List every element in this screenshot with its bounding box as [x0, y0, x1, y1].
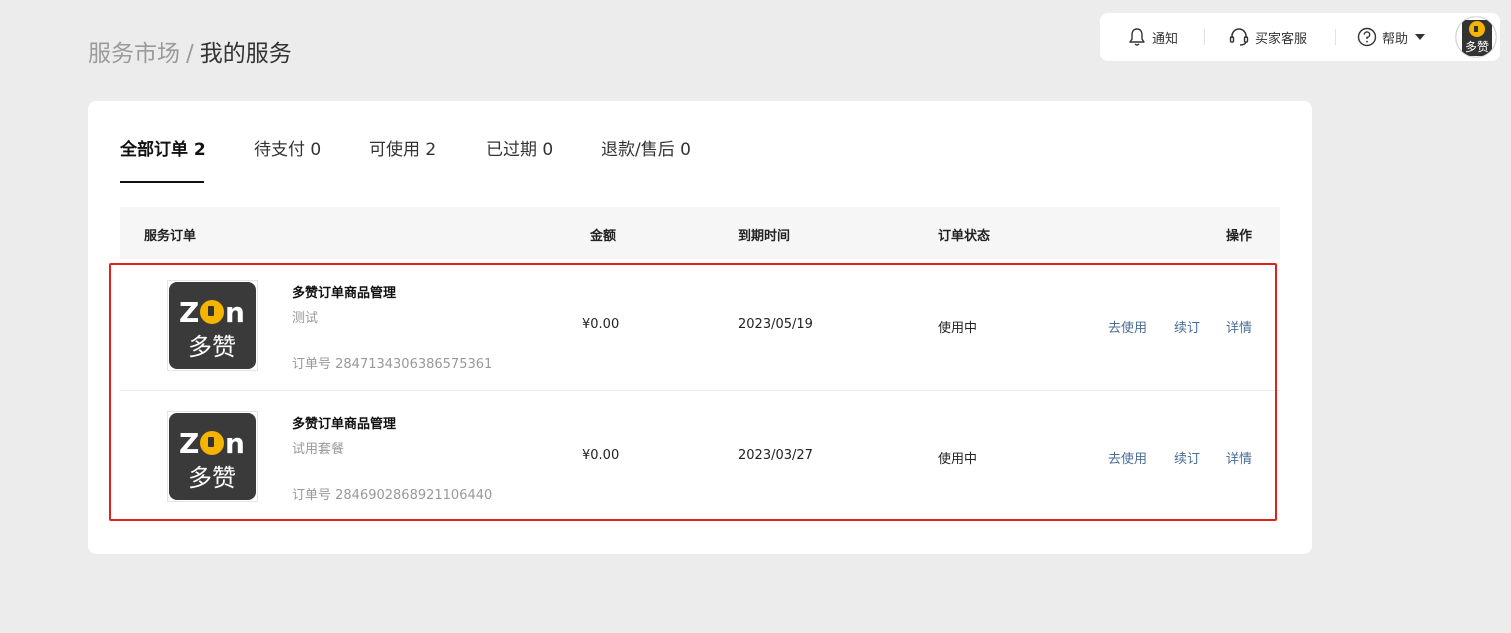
product-thumbnail: Z n 多赞	[167, 280, 258, 371]
tab-pending-payment[interactable]: 待支付 0	[254, 135, 321, 160]
buyer-service-button[interactable]: 买家客服	[1228, 27, 1307, 47]
svg-text:Z: Z	[179, 296, 199, 329]
headset-icon	[1228, 27, 1250, 47]
go-use-link[interactable]: 去使用	[1108, 317, 1147, 336]
header-actions: 操作	[1226, 229, 1253, 244]
product-name: 多赞订单商品管理	[292, 417, 397, 432]
product-description: 试用套餐	[292, 442, 345, 457]
notify-label: 通知	[1152, 31, 1179, 47]
details-link[interactable]: 详情	[1226, 448, 1252, 467]
header-expire: 到期时间	[738, 229, 791, 244]
tab-expired[interactable]: 已过期 0	[486, 135, 553, 160]
avatar-logo-text: 多赞	[1465, 40, 1489, 54]
order-amount: ¥0.00	[582, 448, 620, 463]
top-toolbar: 通知 买家客服 帮助 多赞	[1100, 13, 1500, 61]
go-use-link[interactable]: 去使用	[1108, 448, 1147, 467]
help-dropdown[interactable]: 帮助	[1357, 27, 1426, 47]
table-row: Z n 多赞 多赞订单商品管理 测试 订单号 28471343063865753…	[120, 261, 1280, 391]
duozan-logo: Z n 多赞	[169, 413, 256, 500]
header-status: 订单状态	[938, 229, 991, 244]
tab-refund[interactable]: 退款/售后 0	[601, 135, 691, 160]
tab-available[interactable]: 可使用 2	[369, 135, 436, 160]
product-name: 多赞订单商品管理	[292, 286, 397, 301]
duozan-logo: Z n 多赞	[169, 282, 256, 369]
help-label: 帮助	[1382, 31, 1409, 47]
product-thumbnail: Z n 多赞	[167, 411, 258, 502]
orders-card: 全部订单 2 待支付 0 可使用 2 已过期 0 退款/售后 0 服务订单 金额…	[88, 101, 1312, 554]
header-amount: 金额	[590, 229, 617, 244]
avatar[interactable]: 多赞	[1455, 16, 1497, 58]
order-amount: ¥0.00	[582, 317, 620, 332]
svg-text:n: n	[225, 427, 245, 460]
tab-all-orders[interactable]: 全部订单 2	[120, 135, 206, 160]
question-icon	[1357, 27, 1377, 47]
breadcrumb-separator: /	[186, 41, 194, 67]
header-order: 服务订单	[144, 229, 197, 244]
svg-text:Z: Z	[179, 427, 199, 460]
divider	[1204, 29, 1205, 45]
order-status: 使用中	[938, 321, 978, 336]
order-status: 使用中	[938, 452, 978, 467]
buyer-service-label: 买家客服	[1255, 31, 1308, 47]
svg-text:n: n	[225, 296, 245, 329]
active-tab-indicator	[120, 181, 204, 183]
renew-link[interactable]: 续订	[1174, 448, 1200, 467]
renew-link[interactable]: 续订	[1174, 317, 1200, 336]
details-link[interactable]: 详情	[1226, 317, 1252, 336]
breadcrumb-parent[interactable]: 服务市场	[88, 41, 180, 67]
table-row: Z n 多赞 多赞订单商品管理 试用套餐 订单号 284690286892110…	[120, 392, 1280, 522]
product-description: 测试	[292, 311, 319, 326]
order-number: 订单号 2846902868921106440	[292, 488, 493, 503]
expire-date: 2023/03/27	[738, 448, 813, 463]
notify-button[interactable]: 通知	[1128, 27, 1178, 47]
divider	[1335, 29, 1336, 45]
order-number: 订单号 2847134306386575361	[292, 357, 493, 372]
caret-down-icon	[1415, 34, 1426, 40]
logo-text: 多赞	[188, 464, 236, 492]
page-title: 我的服务	[199, 41, 292, 67]
breadcrumb: 服务市场 / 我的服务	[88, 34, 292, 68]
bell-icon	[1128, 27, 1146, 47]
logo-text: 多赞	[188, 333, 236, 361]
table-header: 服务订单 金额 到期时间 订单状态 操作	[120, 207, 1280, 259]
expire-date: 2023/05/19	[738, 317, 813, 332]
